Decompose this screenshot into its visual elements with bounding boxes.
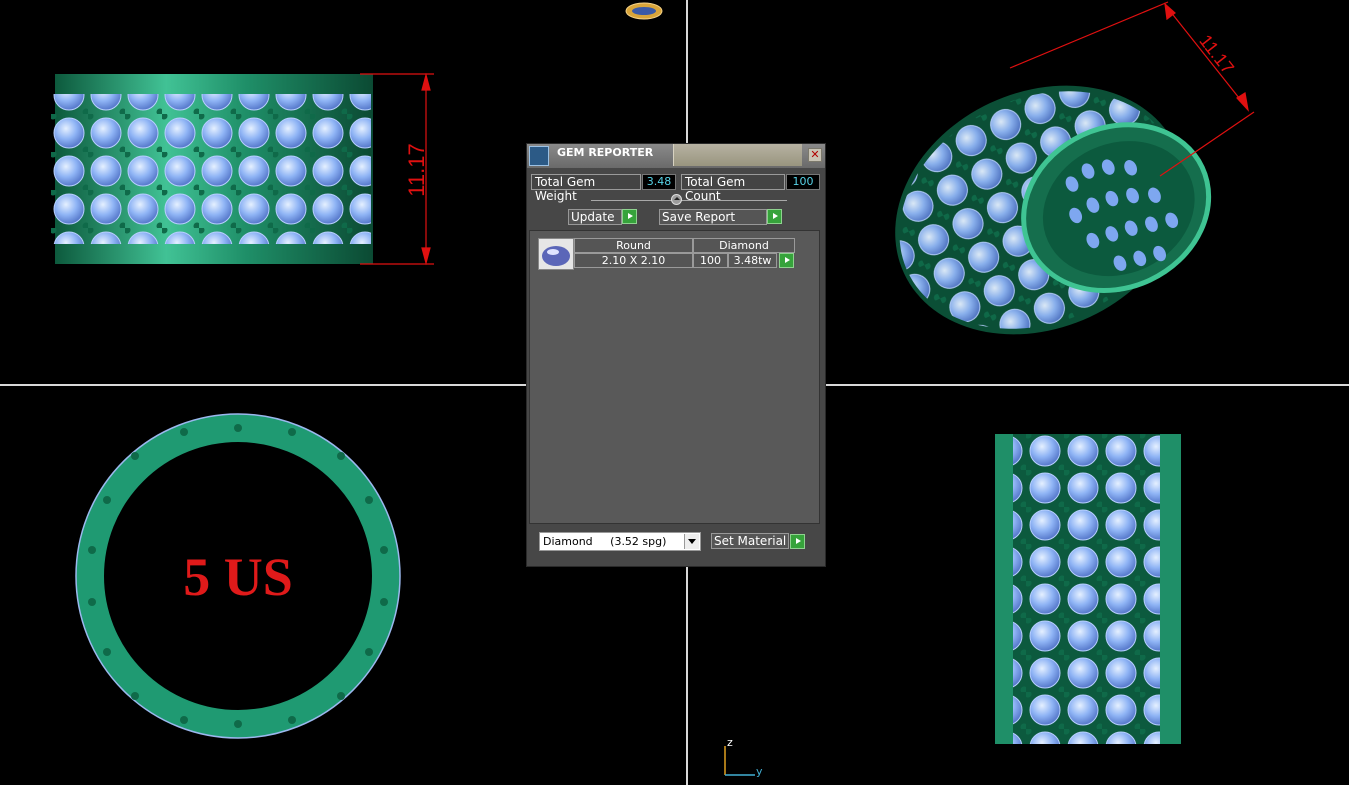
gem-list-panel[interactable]: Round Diamond 2.10 X 2.10 100 3.48tw: [529, 230, 820, 524]
material-select-value: Diamond (3.52 spg): [543, 535, 667, 548]
axis-y-label: y: [756, 765, 763, 778]
gem-shape-header: Round: [574, 238, 693, 253]
top-view-ring: [995, 434, 1181, 744]
total-gem-count-value: 100: [786, 174, 820, 190]
update-button[interactable]: Update: [568, 209, 622, 225]
total-gem-weight-label: Total Gem Weight: [531, 174, 641, 203]
divider: [591, 200, 787, 201]
round-gem-thumbnail-icon[interactable]: [538, 238, 574, 270]
save-report-arrow-icon[interactable]: [767, 209, 782, 224]
axis-z-label: z: [727, 736, 733, 749]
axis-triad: [724, 746, 755, 776]
save-report-button[interactable]: Save Report: [659, 209, 767, 225]
gem-size-cell: 2.10 X 2.10: [574, 253, 693, 268]
app-logo-icon[interactable]: [625, 2, 663, 20]
front-view-ring: [51, 74, 373, 264]
chevron-down-icon[interactable]: [684, 534, 699, 549]
ring-size-label: 5 US: [183, 547, 293, 607]
dialog-titlebar[interactable]: GEM REPORTER ✕: [527, 144, 825, 168]
gem-count-cell: 100: [693, 253, 728, 268]
close-button[interactable]: ✕: [808, 148, 822, 162]
titlebar-tab: [673, 144, 802, 166]
perspective-view-ring: [895, 85, 1212, 335]
gem-weight-cell: 3.48tw: [728, 253, 777, 268]
total-gem-weight-value: 3.48: [642, 174, 676, 190]
set-material-button[interactable]: Set Material: [711, 533, 789, 549]
gem-type-header: Diamond: [693, 238, 795, 253]
collapse-toggle-icon[interactable]: [671, 194, 682, 205]
material-select[interactable]: Diamond (3.52 spg): [539, 532, 701, 551]
dialog-title: GEM REPORTER: [557, 146, 654, 159]
gem-row-arrow-icon[interactable]: [779, 253, 794, 268]
front-view-dimension-label: 11.17: [404, 143, 429, 196]
update-arrow-icon[interactable]: [622, 209, 637, 224]
gem-reporter-icon: [529, 146, 549, 166]
gem-reporter-dialog[interactable]: GEM REPORTER ✕ Total Gem Weight 3.48 Tot…: [526, 143, 826, 567]
set-material-arrow-icon[interactable]: [790, 534, 805, 549]
total-gem-count-label: Total Gem Count: [681, 174, 785, 203]
